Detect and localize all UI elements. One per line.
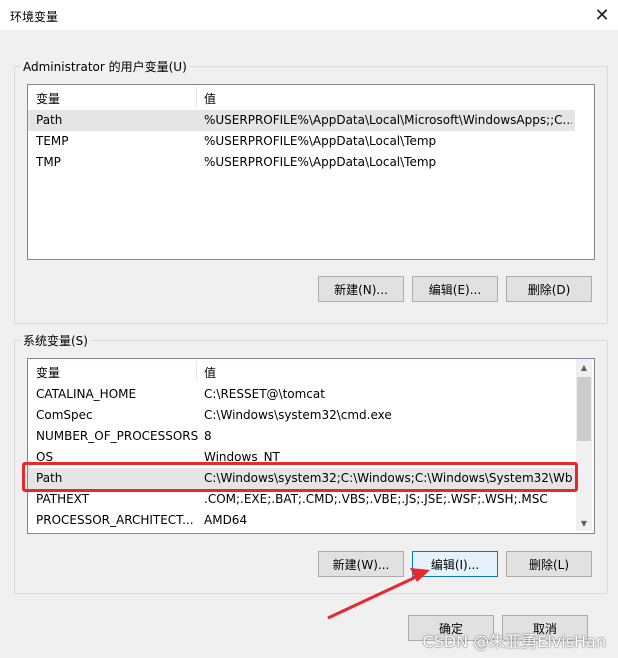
annotation-arrow	[327, 568, 430, 620]
watermark: CSDN @朱亚勇ElvisHan	[422, 632, 607, 651]
annotation-arrow-line	[327, 575, 417, 620]
